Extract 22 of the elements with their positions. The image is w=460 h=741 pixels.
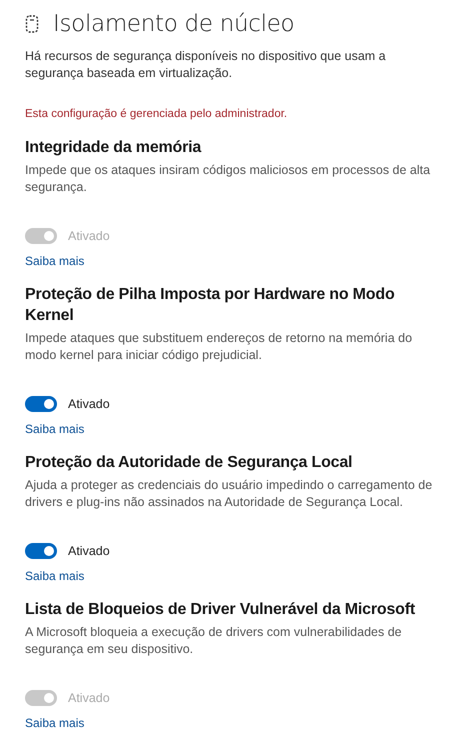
toggle-switch[interactable] <box>25 543 57 559</box>
learn-more-link[interactable]: Saiba mais <box>25 254 84 268</box>
learn-more-link[interactable]: Saiba mais <box>25 569 84 583</box>
toggle-label: Ativado <box>68 229 110 243</box>
page-title: Isolamento de núcleo <box>53 11 294 37</box>
feature-title: Lista de Bloqueios de Driver Vulnerável da Microsoft <box>25 600 416 620</box>
toggle-label: Ativado <box>68 544 110 558</box>
learn-more-link[interactable]: Saiba mais <box>25 716 84 730</box>
feature-description: Impede ataques que substituem endereços de retorno na memória do modo kernel para iniciar código prejudicial. <box>25 330 414 364</box>
toggle-label: Ativado <box>68 397 110 411</box>
feature-description: A Microsoft bloqueia a execução de drivers com vulnerabilidades de segurança em seu dispositivo. <box>25 624 403 658</box>
feature-title: Proteção de Pilha Imposta por Hardware no Modo Kernel <box>25 285 396 326</box>
feature-title: Integridade da memória <box>25 138 202 158</box>
feature-title: Proteção da Autoridade de Segurança Local <box>25 453 354 473</box>
feature-description: Ajuda a proteger as credenciais do usuário impedindo o carregamento de drivers e plug-ins não assinados na Autoridade de Segurança Local. <box>25 477 434 511</box>
page-description: Há recursos de segurança disponíveis no dispositivo que usam a segurança baseada em virtualização. <box>25 48 387 82</box>
feature-description: Impede que os ataques insiram códigos maliciosos em processos de alta segurança. <box>25 162 432 196</box>
learn-more-link[interactable]: Saiba mais <box>25 422 84 436</box>
toggle-switch[interactable] <box>25 396 57 412</box>
toggle-label: Ativado <box>68 691 110 705</box>
admin-notice: Esta configuração é gerenciada pelo administrador. <box>25 107 288 122</box>
chip-icon <box>25 14 39 34</box>
